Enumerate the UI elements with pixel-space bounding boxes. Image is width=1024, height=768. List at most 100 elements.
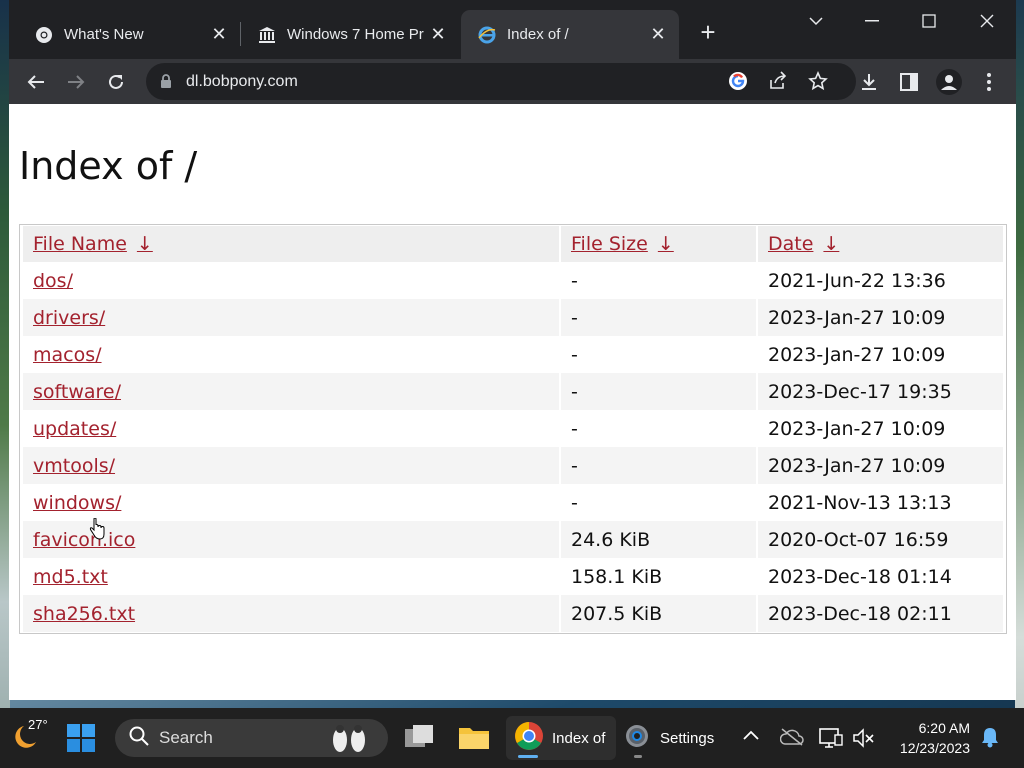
table-row: md5.txt 158.1 KiB 2023-Dec-18 01:14 [23, 558, 1003, 595]
column-header-file-name[interactable]: File Name ↓ [23, 226, 559, 262]
back-button[interactable] [21, 67, 51, 97]
taskbar-settings-app[interactable]: Settings [620, 716, 720, 760]
file-link[interactable]: macos/ [33, 344, 102, 366]
download-icon[interactable] [854, 67, 884, 97]
page-title: Index of / [19, 144, 198, 188]
close-window-button[interactable] [969, 8, 1005, 34]
file-listing: File Name ↓ File Size ↓ Date ↓ dos/ - 20… [19, 224, 1007, 634]
close-tab-icon[interactable]: ✕ [427, 24, 449, 46]
start-button[interactable] [66, 723, 96, 753]
column-header-file-size[interactable]: File Size ↓ [561, 226, 756, 262]
table-header-row: File Name ↓ File Size ↓ Date ↓ [23, 226, 1003, 262]
tab-index-of[interactable]: Index of / ✕ [461, 10, 679, 59]
sort-arrow-icon[interactable]: ↓ [823, 233, 839, 255]
file-link[interactable]: md5.txt [33, 566, 108, 588]
maximize-button[interactable] [911, 8, 947, 34]
url-text: dl.bobpony.com [186, 73, 298, 90]
taskbar-search-box[interactable]: Search [115, 719, 388, 757]
chrome-icon [514, 721, 544, 756]
file-link[interactable]: windows/ [33, 492, 121, 514]
volume-muted-icon[interactable] [852, 728, 876, 748]
tab-title: Windows 7 Home Pr [287, 26, 424, 43]
file-date: 2023-Dec-18 02:11 [758, 595, 1003, 632]
active-indicator [518, 755, 538, 758]
table-row: sha256.txt 207.5 KiB 2023-Dec-18 02:11 [23, 595, 1003, 632]
clock-date: 12/23/2023 [899, 740, 970, 756]
tab-whats-new[interactable]: What's New ✕ [18, 10, 240, 59]
onedrive-offline-icon[interactable] [780, 728, 804, 746]
settings-gear-icon [622, 721, 652, 756]
search-label: Search [159, 728, 213, 747]
profile-avatar-icon[interactable] [934, 67, 964, 97]
file-link[interactable]: sha256.txt [33, 603, 135, 625]
tab-search-chevron-icon[interactable] [798, 8, 834, 34]
museum-icon [257, 25, 277, 45]
file-size: - [561, 447, 756, 484]
file-size: - [571, 417, 578, 440]
sort-arrow-icon[interactable]: ↓ [137, 233, 153, 255]
tab-windows-7[interactable]: Windows 7 Home Pr ✕ [241, 10, 459, 59]
taskbar-app-label: Settings [660, 729, 715, 747]
taskbar-chrome-app[interactable]: Index of [506, 716, 616, 760]
file-link[interactable]: updates/ [33, 418, 116, 440]
sort-date-link[interactable]: Date [768, 233, 813, 255]
table-row: favicon.ico 24.6 KiB 2020-Oct-07 16:59 [23, 521, 1003, 558]
file-size: - [561, 299, 756, 336]
chevron-up-icon[interactable] [743, 730, 759, 740]
file-size: - [561, 373, 756, 410]
tab-title: Index of / [507, 26, 569, 43]
notification-bell-icon[interactable] [980, 726, 1000, 748]
side-panel-icon[interactable] [894, 67, 924, 97]
network-display-icon[interactable] [819, 727, 843, 749]
new-tab-button[interactable]: + [695, 19, 721, 46]
mouse-cursor-hand-icon [89, 517, 105, 545]
column-header-date[interactable]: Date ↓ [758, 226, 1003, 262]
file-date: 2023-Jan-27 10:09 [758, 447, 1003, 484]
task-view-icon[interactable] [404, 724, 434, 750]
tab-title: What's New [64, 26, 144, 43]
table-row: updates/ - 2023-Jan-27 10:09 [23, 410, 1003, 447]
file-date: 2021-Jun-22 13:36 [768, 269, 946, 292]
file-link[interactable]: favicon.ico [33, 529, 135, 551]
file-size: 158.1 KiB [571, 565, 663, 588]
forward-button[interactable] [61, 67, 91, 97]
clock-time: 6:20 AM [918, 720, 970, 736]
table-row: drivers/ - 2023-Jan-27 10:09 [23, 299, 1003, 336]
file-link[interactable]: drivers/ [33, 307, 105, 329]
file-date: 2020-Oct-07 16:59 [758, 521, 1003, 558]
menu-kebab-icon[interactable] [974, 67, 1004, 97]
weather-widget[interactable]: 27° [14, 717, 48, 750]
file-link[interactable]: vmtools/ [33, 455, 115, 477]
file-link[interactable]: dos/ [33, 270, 73, 292]
sort-file-size-link[interactable]: File Size [571, 233, 648, 255]
address-bar[interactable]: dl.bobpony.com [146, 63, 856, 100]
file-date: 2021-Nov-13 13:13 [768, 491, 952, 514]
browser-window: What's New ✕ Windows 7 Home Pr ✕ Index o… [9, 0, 1016, 700]
bookmark-star-icon[interactable] [808, 71, 828, 96]
close-tab-icon[interactable]: ✕ [647, 24, 669, 46]
taskbar: 27° Search Index of Settings 6:20 AM 12/… [0, 708, 1024, 768]
table-row: software/ - 2023-Dec-17 19:35 [23, 373, 1003, 410]
close-tab-icon[interactable]: ✕ [208, 24, 230, 46]
lock-icon[interactable] [160, 74, 172, 94]
share-icon[interactable] [768, 71, 788, 96]
sort-arrow-icon[interactable]: ↓ [658, 233, 674, 255]
minimize-button[interactable] [854, 8, 890, 34]
system-clock[interactable]: 6:20 AM 12/23/2023 [888, 718, 970, 758]
chrome-icon [34, 25, 54, 45]
taskbar-app-label: Index of [552, 729, 606, 747]
file-date: 2023-Jan-27 10:09 [768, 417, 946, 440]
google-lens-icon[interactable] [728, 71, 748, 96]
file-link[interactable]: software/ [33, 381, 121, 403]
desktop-wallpaper-right [1015, 0, 1024, 708]
file-size: 24.6 KiB [561, 521, 756, 558]
sort-file-name-link[interactable]: File Name [33, 233, 127, 255]
file-size: 207.5 KiB [561, 595, 756, 632]
weather-temp: 27° [28, 717, 48, 732]
table-row: dos/ - 2021-Jun-22 13:36 [23, 262, 1003, 299]
file-date: 2023-Dec-18 01:14 [768, 565, 952, 588]
reload-button[interactable] [101, 67, 131, 97]
table-row: windows/ - 2021-Nov-13 13:13 [23, 484, 1003, 521]
file-table: File Name ↓ File Size ↓ Date ↓ dos/ - 20… [21, 226, 1005, 632]
file-explorer-icon[interactable] [458, 724, 490, 750]
